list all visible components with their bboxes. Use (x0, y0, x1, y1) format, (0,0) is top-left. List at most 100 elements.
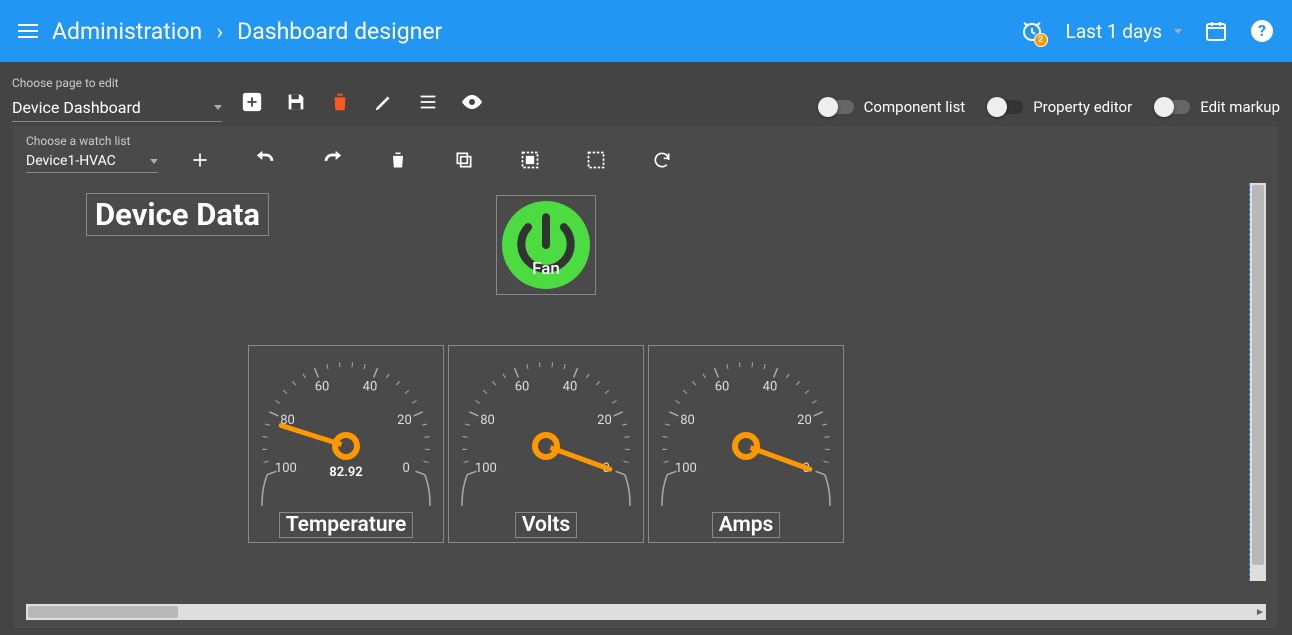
fan-power-widget[interactable]: Fan (496, 195, 596, 295)
gauge-widget-temperature[interactable]: 02040608010082.92 Temperature (248, 345, 444, 543)
selection-edge (1249, 183, 1250, 581)
svg-text:60: 60 (315, 380, 330, 395)
eye-icon (460, 90, 484, 114)
chevron-down-icon (150, 159, 158, 164)
svg-text:?: ? (1258, 21, 1266, 40)
alarm-button[interactable]: 2 (1020, 19, 1044, 43)
lines-icon (417, 91, 439, 113)
vertical-scrollbar[interactable] (1250, 183, 1266, 581)
editor-toolbar-left: Choose page to edit Device Dashboard (12, 76, 484, 122)
horizontal-scrollbar[interactable]: ◄ ► (26, 604, 1266, 620)
gauge-display: 020406080100 (448, 346, 644, 506)
trash-icon (329, 91, 351, 113)
app-header: Administration › Dashboard designer 2 La… (0, 0, 1292, 62)
component-list-toggle[interactable]: Component list (820, 98, 966, 116)
svg-text:40: 40 (363, 380, 378, 395)
breadcrumb-page[interactable]: Dashboard designer (237, 18, 442, 45)
date-picker-button[interactable] (1204, 19, 1228, 43)
svg-text:82.92: 82.92 (329, 465, 362, 480)
page-actions (240, 90, 484, 122)
svg-text:80: 80 (480, 413, 495, 428)
preview-button[interactable] (460, 90, 484, 114)
watchlist-value: Device1-HVAC (26, 153, 116, 169)
select-all-icon (520, 150, 540, 170)
gauge-display: 02040608010082.92 (248, 346, 444, 506)
fan-label: Fan (532, 259, 560, 279)
redo-button[interactable] (320, 149, 344, 173)
gauge-widget-volts[interactable]: 020406080100 Volts (448, 345, 644, 543)
trash-icon (388, 150, 408, 170)
duplicate-button[interactable] (452, 149, 476, 173)
gauge-label: Temperature (279, 512, 414, 538)
breadcrumb-root[interactable]: Administration (52, 18, 202, 45)
new-page-button[interactable] (240, 90, 264, 114)
header-left: Administration › Dashboard designer (18, 18, 442, 45)
page-select-field[interactable]: Device Dashboard (12, 94, 222, 122)
delete-page-button[interactable] (328, 90, 352, 114)
watchlist-field[interactable]: Device1-HVAC (26, 150, 158, 173)
refresh-button[interactable] (650, 149, 674, 173)
copy-icon (454, 150, 474, 170)
alarm-badge: 2 (1034, 33, 1048, 47)
save-icon (285, 91, 307, 113)
vertical-scrollbar-thumb[interactable] (1252, 185, 1264, 565)
svg-text:80: 80 (680, 413, 695, 428)
property-editor-label: Property editor (1033, 98, 1132, 116)
svg-text:40: 40 (563, 380, 578, 395)
svg-text:0: 0 (402, 461, 409, 476)
design-surface[interactable]: Device Data Fan 0 20 40 60 80 100 82.92 Temper… (26, 183, 1266, 581)
menu-icon[interactable] (18, 24, 38, 38)
delete-component-button[interactable] (386, 149, 410, 173)
deselect-button[interactable] (584, 149, 608, 173)
gauge-label: Volts (515, 512, 577, 538)
svg-text:60: 60 (515, 380, 530, 395)
page-select-label: Choose page to edit (12, 76, 222, 90)
save-button[interactable] (284, 90, 308, 114)
header-right: 2 Last 1 days ? (1020, 19, 1274, 43)
gauge-display: 020406080100 (648, 346, 844, 506)
edit-markup-toggle[interactable]: Edit markup (1156, 98, 1280, 116)
gauge-label: Amps (712, 512, 781, 538)
select-all-button[interactable] (518, 149, 542, 173)
component-list-label: Component list (864, 98, 966, 116)
watchlist-select: Choose a watch list Device1-HVAC (26, 134, 158, 173)
scroll-right-icon[interactable]: ► (1254, 606, 1266, 618)
title-text: Device Data (95, 196, 260, 233)
horizontal-scrollbar-thumb[interactable] (28, 606, 178, 618)
edit-button[interactable] (372, 90, 396, 114)
menu-lines-button[interactable] (416, 90, 440, 114)
designer-canvas-panel: Choose a watch list Device1-HVAC (14, 126, 1278, 628)
chevron-down-icon (214, 105, 222, 110)
svg-text:60: 60 (715, 380, 730, 395)
pencil-icon (373, 91, 395, 113)
svg-text:20: 20 (797, 413, 812, 428)
property-editor-toggle[interactable]: Property editor (989, 98, 1132, 116)
chevron-right-icon: › (216, 18, 223, 45)
add-component-button[interactable] (188, 149, 212, 173)
selection-icon (586, 150, 606, 170)
plus-box-icon (241, 91, 263, 113)
plus-icon (190, 150, 210, 170)
svg-text:100: 100 (275, 461, 297, 476)
undo-icon (255, 149, 277, 171)
svg-text:100: 100 (475, 461, 497, 476)
edit-markup-label: Edit markup (1200, 98, 1280, 116)
watchlist-label: Choose a watch list (26, 134, 158, 148)
undo-button[interactable] (254, 149, 278, 173)
page-select: Choose page to edit Device Dashboard (12, 76, 222, 122)
title-widget[interactable]: Device Data (86, 193, 269, 236)
time-range-dropdown[interactable]: Last 1 days (1066, 20, 1182, 43)
chevron-down-icon (1174, 29, 1182, 34)
calendar-icon (1204, 19, 1228, 43)
svg-text:20: 20 (397, 413, 412, 428)
help-icon: ? (1250, 19, 1274, 43)
gauge-widget-amps[interactable]: 020406080100 Amps (648, 345, 844, 543)
page-select-value: Device Dashboard (12, 98, 141, 117)
svg-text:40: 40 (763, 380, 778, 395)
canvas-toolbar: Choose a watch list Device1-HVAC (14, 126, 1278, 173)
help-button[interactable]: ? (1250, 19, 1274, 43)
svg-text:100: 100 (675, 461, 697, 476)
refresh-icon (652, 150, 672, 170)
redo-icon (321, 149, 343, 171)
svg-text:20: 20 (597, 413, 612, 428)
